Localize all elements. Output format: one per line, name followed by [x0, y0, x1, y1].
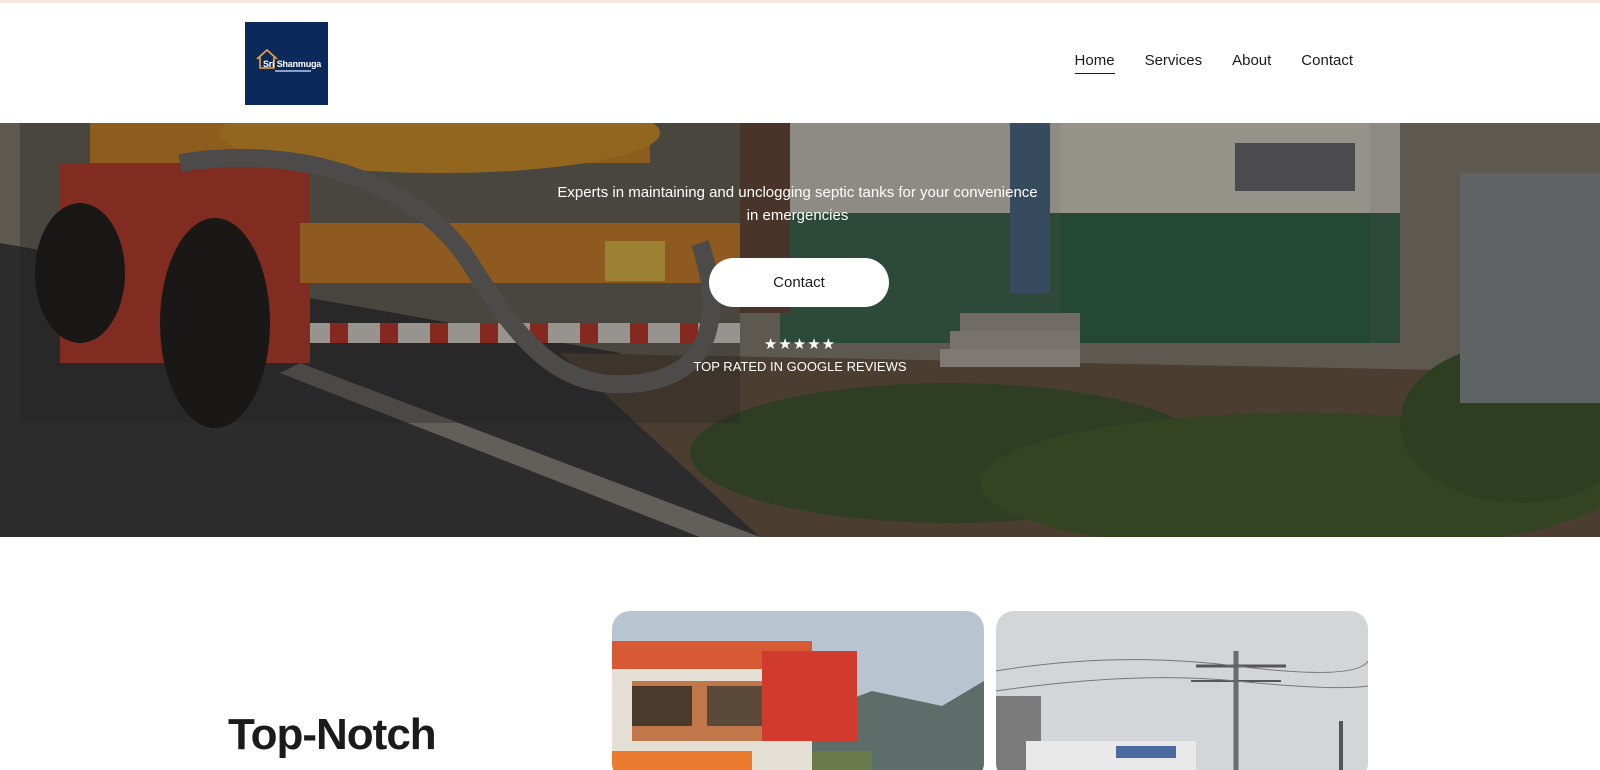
gallery-image-street — [996, 611, 1368, 770]
brand-logo[interactable]: Sri Shanmuga — [245, 22, 328, 105]
section-title: Top-Notch — [228, 710, 437, 759]
logo-underline — [275, 70, 311, 72]
nav-contact[interactable]: Contact — [1301, 52, 1353, 74]
nav-about[interactable]: About — [1232, 52, 1271, 74]
rating-label: TOP RATED IN GOOGLE REVIEWS — [693, 359, 907, 374]
hero-contact-button[interactable]: Contact — [709, 258, 889, 307]
hero-tagline: Experts in maintaining and unclogging se… — [557, 184, 1038, 224]
main-nav: Home Services About Contact — [1074, 52, 1353, 74]
nav-services[interactable]: Services — [1145, 52, 1203, 74]
rating-stars-icon: ★★★★★ — [763, 336, 837, 353]
nav-home[interactable]: Home — [1074, 52, 1115, 74]
hero-banner: Experts in maintaining and unclogging se… — [0, 123, 1600, 537]
gallery-image-truck — [612, 611, 984, 770]
logo-text: Sri Shanmuga — [263, 59, 322, 69]
site-header: Sri Shanmuga Home Services About Contact — [0, 3, 1600, 123]
